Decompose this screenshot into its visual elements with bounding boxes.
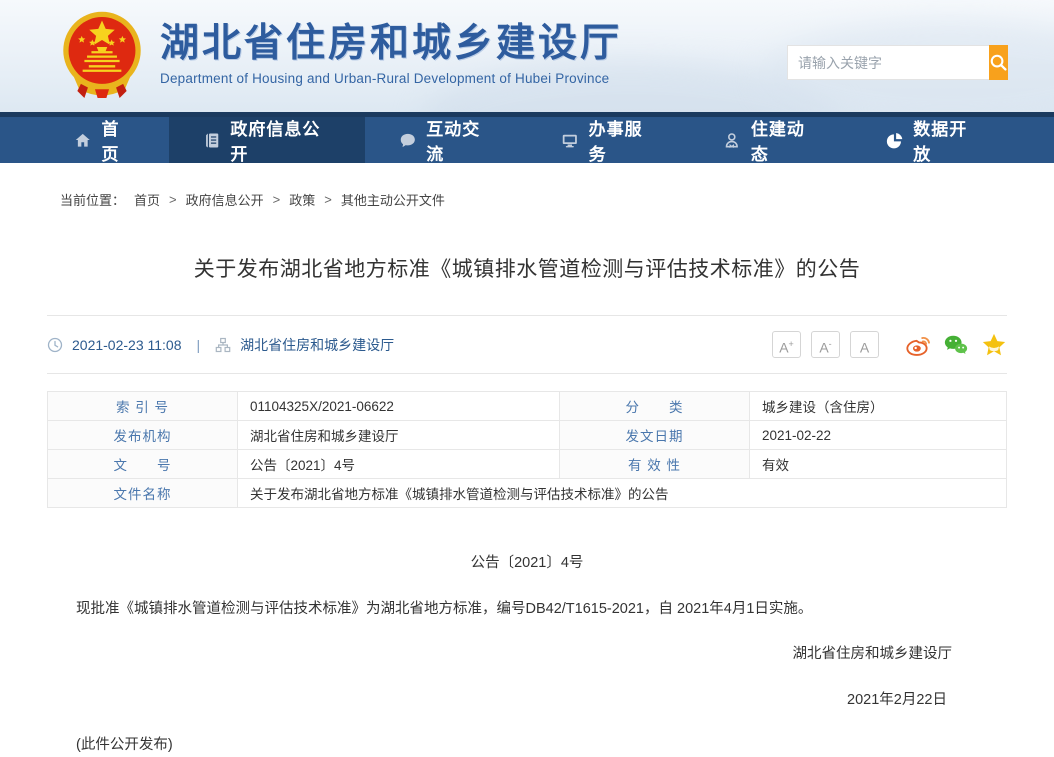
nav-item-gov-info[interactable]: 政府信息公开 (169, 117, 365, 163)
meta-value-document-title: 关于发布湖北省地方标准《城镇排水管道检测与评估技术标准》的公告 (238, 479, 1007, 508)
breadcrumb: 当前位置： 首页 > 政府信息公开 > 政策 > 其他主动公开文件 (0, 163, 1054, 209)
share-group (905, 332, 1007, 358)
meta-value-category: 城乡建设（含住房） (750, 392, 1007, 421)
document-icon (203, 131, 221, 150)
nav-item-open-data[interactable]: 数据开放 (852, 117, 1014, 163)
clock-icon (47, 337, 63, 353)
person-icon (723, 131, 741, 150)
doc-date: 2021年2月22日 (47, 689, 1007, 712)
article-source: 湖北省住房和城乡建设厅 (240, 335, 394, 355)
national-emblem-logo (58, 8, 146, 100)
meta-value-doc-number: 公告〔2021〕4号 (238, 450, 560, 479)
table-row: 文件名称 关于发布湖北省地方标准《城镇排水管道检测与评估技术标准》的公告 (48, 479, 1007, 508)
divider (47, 373, 1007, 374)
article-title: 关于发布湖北省地方标准《城镇排水管道检测与评估技术标准》的公告 (47, 253, 1007, 283)
meta-separator: | (191, 337, 207, 353)
breadcrumb-item-other-docs[interactable]: 其他主动公开文件 (341, 190, 445, 209)
home-icon (74, 131, 92, 150)
wechat-icon[interactable] (943, 332, 969, 358)
breadcrumb-item-policy[interactable]: 政策 (289, 190, 315, 209)
article-meta-row: 2021-02-23 11:08 | 湖北省住房和城乡建设厅 A+ A- A (47, 316, 1007, 373)
nav-item-label: 住建动态 (751, 115, 818, 165)
table-row: 发布机构 湖北省住房和城乡建设厅 发文日期 2021-02-22 (48, 421, 1007, 450)
breadcrumb-separator: > (273, 192, 281, 207)
meta-label-issue-date: 发文日期 (560, 421, 750, 450)
chat-icon (399, 131, 417, 150)
nav-item-services[interactable]: 办事服务 (527, 117, 689, 163)
site-title: 湖北省住房和城乡建设厅 (160, 22, 622, 67)
nav-item-label: 数据开放 (913, 115, 980, 165)
search-box (787, 45, 1007, 80)
main-nav: 首页 政府信息公开 互动交流 办事服务 住建动 (0, 112, 1054, 163)
publish-datetime: 2021-02-23 11:08 (72, 337, 182, 353)
meta-label-category: 分 类 (560, 392, 750, 421)
pie-chart-icon (886, 131, 904, 150)
breadcrumb-label: 当前位置： (60, 190, 125, 209)
nav-item-label: 办事服务 (589, 115, 656, 165)
meta-label-issuing-agency: 发布机构 (48, 421, 238, 450)
search-input[interactable] (788, 46, 989, 79)
nav-item-label: 政府信息公开 (230, 115, 330, 165)
meta-value-issuing-agency: 湖北省住房和城乡建设厅 (238, 421, 560, 450)
article-meta-left: 2021-02-23 11:08 | 湖北省住房和城乡建设厅 (47, 335, 394, 355)
nav-item-label: 互动交流 (426, 115, 493, 165)
doc-paragraph: 现批准《城镇排水管道检测与评估技术标准》为湖北省地方标准，编号DB42/T161… (47, 598, 1007, 621)
site-brand: 湖北省住房和城乡建设厅 Department of Housing and Ur… (58, 8, 622, 100)
font-increase-button[interactable]: A+ (772, 331, 801, 358)
site-header: 湖北省住房和城乡建设厅 Department of Housing and Ur… (0, 0, 1054, 112)
doc-signature: 湖北省住房和城乡建设厅 (47, 643, 1007, 666)
weibo-icon[interactable] (905, 332, 931, 358)
brand-text: 湖北省住房和城乡建设厅 Department of Housing and Ur… (160, 22, 622, 86)
article-meta-right: A+ A- A (772, 331, 1007, 358)
table-row: 索 引 号 01104325X/2021-06622 分 类 城乡建设（含住房） (48, 392, 1007, 421)
document-body: 公告〔2021〕4号 现批准《城镇排水管道检测与评估技术标准》为湖北省地方标准，… (47, 552, 1007, 757)
nav-item-label: 首页 (102, 115, 135, 165)
breadcrumb-separator: > (169, 192, 177, 207)
monitor-icon (561, 131, 579, 150)
table-row: 文 号 公告〔2021〕4号 有 效 性 有效 (48, 450, 1007, 479)
meta-label-index-number: 索 引 号 (48, 392, 238, 421)
meta-value-validity: 有效 (750, 450, 1007, 479)
doc-publish-note: (此件公开发布) (47, 734, 1007, 757)
doc-number: 公告〔2021〕4号 (47, 552, 1007, 575)
breadcrumb-separator: > (324, 192, 332, 207)
meta-label-validity: 有 效 性 (560, 450, 750, 479)
meta-label-doc-number: 文 号 (48, 450, 238, 479)
breadcrumb-item-home[interactable]: 首页 (134, 190, 160, 209)
document-meta-table: 索 引 号 01104325X/2021-06622 分 类 城乡建设（含住房）… (47, 391, 1007, 508)
nav-item-news[interactable]: 住建动态 (689, 117, 851, 163)
breadcrumb-item-gov-info[interactable]: 政府信息公开 (186, 190, 264, 209)
meta-value-issue-date: 2021-02-22 (750, 421, 1007, 450)
search-button[interactable] (989, 45, 1008, 80)
organization-icon (215, 337, 231, 353)
font-decrease-button[interactable]: A- (811, 331, 840, 358)
site-subtitle: Department of Housing and Urban-Rural De… (160, 71, 622, 86)
article-content: 关于发布湖北省地方标准《城镇排水管道检测与评估技术标准》的公告 2021-02-… (0, 253, 1054, 757)
meta-label-document-title: 文件名称 (48, 479, 238, 508)
font-reset-button[interactable]: A (850, 331, 879, 358)
meta-value-index-number: 01104325X/2021-06622 (238, 392, 560, 421)
nav-item-home[interactable]: 首页 (40, 117, 169, 163)
nav-item-interaction[interactable]: 互动交流 (365, 117, 527, 163)
search-icon (989, 53, 1008, 72)
qzone-icon[interactable] (981, 332, 1007, 358)
